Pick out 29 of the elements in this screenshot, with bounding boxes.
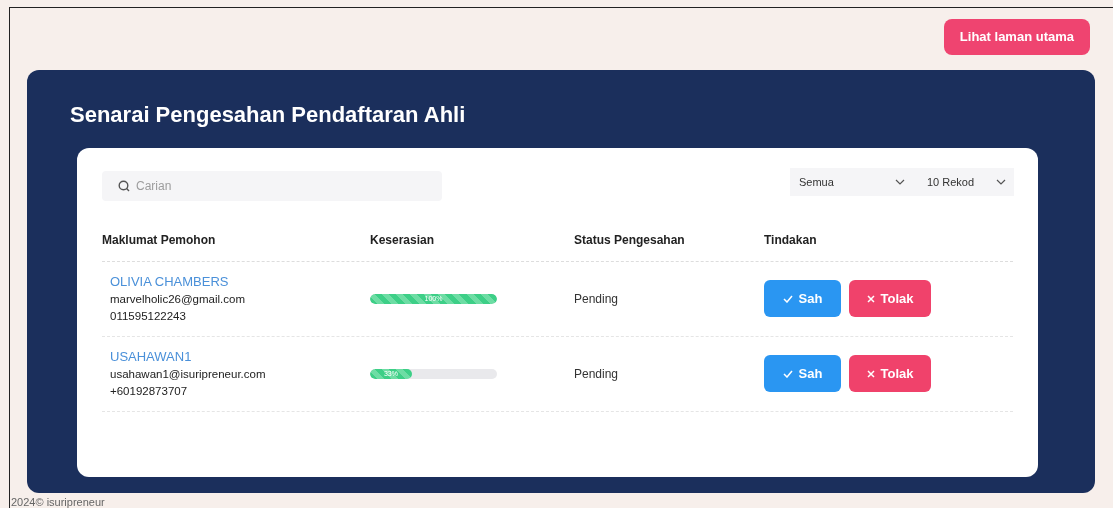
- checkmark-icon: [782, 369, 793, 378]
- chevron-down-icon: [895, 178, 905, 185]
- applicant-phone: +60192873707: [110, 383, 188, 399]
- close-icon: [866, 369, 875, 378]
- column-header: Maklumat Pemohon: [102, 231, 216, 249]
- footer-text: 2024© isuripreneur: [11, 496, 106, 508]
- chevron-down-icon: [996, 178, 1006, 185]
- status-text: Pending: [574, 365, 619, 383]
- applicant-email: marvelholic26@gmail.com: [110, 291, 246, 307]
- search-icon: [118, 179, 130, 192]
- applicant-email: usahawan1@isuripreneur.com: [110, 366, 266, 382]
- column-header: Keserasian: [370, 231, 435, 249]
- filter-dropdown[interactable]: 10 Rekod: [913, 167, 1014, 196]
- column-header: Tindakan: [764, 231, 817, 249]
- approve-button[interactable]: Sah: [764, 355, 841, 393]
- approve-button[interactable]: Sah: [764, 280, 841, 318]
- search-field[interactable]: Carian: [102, 170, 442, 201]
- applicant-phone: 011595122243: [110, 308, 186, 324]
- home-button[interactable]: Lihat laman utama: [943, 19, 1090, 55]
- column-header: Status Pengesahan: [574, 231, 685, 249]
- applicant-name[interactable]: OLIVIA CHAMBERS: [110, 272, 229, 291]
- status-text: Pending: [574, 290, 619, 308]
- close-icon: [866, 294, 875, 303]
- filter-dropdown[interactable]: Semua: [790, 167, 913, 196]
- applicant-name[interactable]: USAHAWAN1: [110, 347, 192, 366]
- reject-button[interactable]: Tolak: [849, 355, 931, 393]
- page-title: Senarai Pengesahan Pendaftaran Ahli: [70, 100, 467, 129]
- reject-button[interactable]: Tolak: [849, 280, 931, 318]
- checkmark-icon: [782, 294, 793, 303]
